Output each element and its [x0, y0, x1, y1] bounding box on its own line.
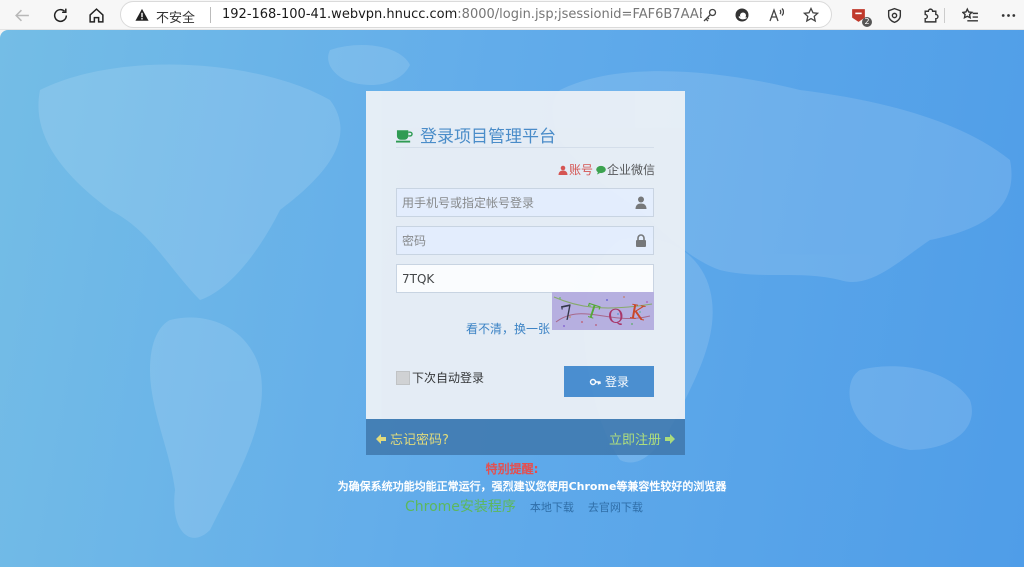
user-icon — [558, 165, 568, 175]
download-links: Chrome安装程序 本地下载 去官网下载 — [405, 496, 657, 516]
password-input[interactable] — [397, 227, 653, 254]
password-field — [396, 226, 654, 255]
more-button[interactable] — [997, 4, 1019, 26]
username-input[interactable] — [397, 189, 653, 216]
edge-icon — [735, 8, 749, 22]
notice-title: 特别提醒: — [485, 462, 539, 476]
url-text[interactable]: 192-168-100-41.webvpn.hnucc.com:8000/log… — [222, 7, 702, 22]
login-title: 登录项目管理平台 — [396, 122, 556, 147]
home-icon — [88, 7, 104, 23]
login-title-text: 登录项目管理平台 — [420, 127, 556, 147]
edge-button[interactable] — [733, 6, 751, 24]
favorites-icon — [961, 7, 978, 22]
url-host: 192-168-100-41.webvpn.hnucc.com — [222, 7, 458, 22]
account-login-label: 账号 — [568, 163, 593, 177]
favorite-button[interactable] — [802, 6, 820, 24]
svg-text:Q: Q — [607, 305, 625, 329]
login-card: 登录项目管理平台 账号 企业微信 用手机号或指定帐号登录 7TQK 7 T Q … — [366, 91, 685, 419]
login-button[interactable]: 登录 — [564, 366, 654, 397]
privacy-extension-button[interactable] — [883, 4, 905, 26]
toolbar-divider — [944, 8, 945, 23]
notice-text: 为确保系统功能均能正常运行，强烈建议您使用Chrome等兼容性较好的浏览器 — [337, 480, 727, 493]
captcha-image[interactable]: 7 T Q K — [552, 292, 654, 330]
forgot-password-label: 忘记密码? — [390, 433, 449, 448]
chat-bubble-icon — [596, 165, 606, 174]
key-icon — [703, 8, 717, 22]
captcha-field — [396, 264, 654, 293]
wechat-login-tab[interactable]: 企业微信 — [596, 161, 655, 178]
login-card-footer: 忘记密码? 立即注册 — [366, 419, 685, 455]
title-divider — [396, 147, 654, 148]
extension-button[interactable]: 2 — [847, 4, 872, 27]
back-button[interactable] — [10, 3, 34, 27]
local-download-link[interactable]: 本地下载 — [530, 499, 574, 515]
url-path: :8000/login.jsp;jsessionid=FAF6B7AAB0F9E… — [457, 7, 702, 22]
puzzle-icon — [923, 7, 939, 23]
browser-toolbar: 不安全 192-168-100-41.webvpn.hnucc.com:8000… — [0, 0, 1024, 30]
login-button-label: 登录 — [604, 375, 629, 389]
warning-icon — [135, 8, 149, 21]
register-link[interactable]: 立即注册 — [609, 429, 676, 448]
register-label: 立即注册 — [608, 433, 661, 448]
key-icon — [589, 378, 601, 385]
shield-icon — [887, 7, 901, 23]
lock-icon — [636, 234, 646, 247]
coffee-cup-icon — [396, 129, 413, 143]
login-page: 登录项目管理平台 账号 企业微信 用手机号或指定帐号登录 7TQK 7 T Q … — [0, 30, 1024, 567]
extension-badge: 2 — [862, 17, 872, 27]
back-icon — [14, 9, 29, 21]
captcha-input[interactable] — [397, 265, 653, 292]
refresh-icon — [53, 8, 67, 22]
remember-me[interactable]: 下次自动登录 — [396, 369, 484, 386]
username-field — [396, 188, 654, 217]
read-aloud-button[interactable] — [767, 6, 785, 24]
remember-label: 下次自动登录 — [412, 371, 485, 385]
extensions-menu-button[interactable] — [919, 4, 941, 26]
favorites-button[interactable] — [959, 4, 981, 26]
password-key-button[interactable] — [701, 6, 719, 24]
account-login-tab[interactable]: 账号 — [558, 161, 593, 178]
wechat-login-label: 企业微信 — [606, 163, 655, 177]
security-label[interactable]: 不安全 — [156, 7, 195, 26]
login-method-switch: 账号 企业微信 — [558, 161, 655, 178]
read-aloud-icon — [769, 8, 784, 22]
favorite-star-icon — [803, 7, 819, 23]
more-icon — [1001, 13, 1015, 17]
refresh-button[interactable] — [48, 3, 72, 27]
address-bar[interactable]: 不安全 192-168-100-41.webvpn.hnucc.com:8000… — [120, 1, 832, 28]
arrow-left-icon — [376, 433, 386, 444]
home-button[interactable] — [84, 3, 108, 27]
captcha-refresh-link[interactable]: 看不清，换一张 — [466, 320, 550, 337]
official-download-link[interactable]: 去官网下载 — [588, 499, 643, 515]
remember-checkbox[interactable] — [396, 370, 410, 385]
user-icon — [635, 196, 647, 209]
forgot-password-link[interactable]: 忘记密码? — [375, 429, 449, 448]
arrow-right-icon — [665, 433, 675, 444]
chrome-installer-link[interactable]: Chrome安装程序 — [405, 496, 516, 516]
address-separator — [210, 7, 211, 23]
